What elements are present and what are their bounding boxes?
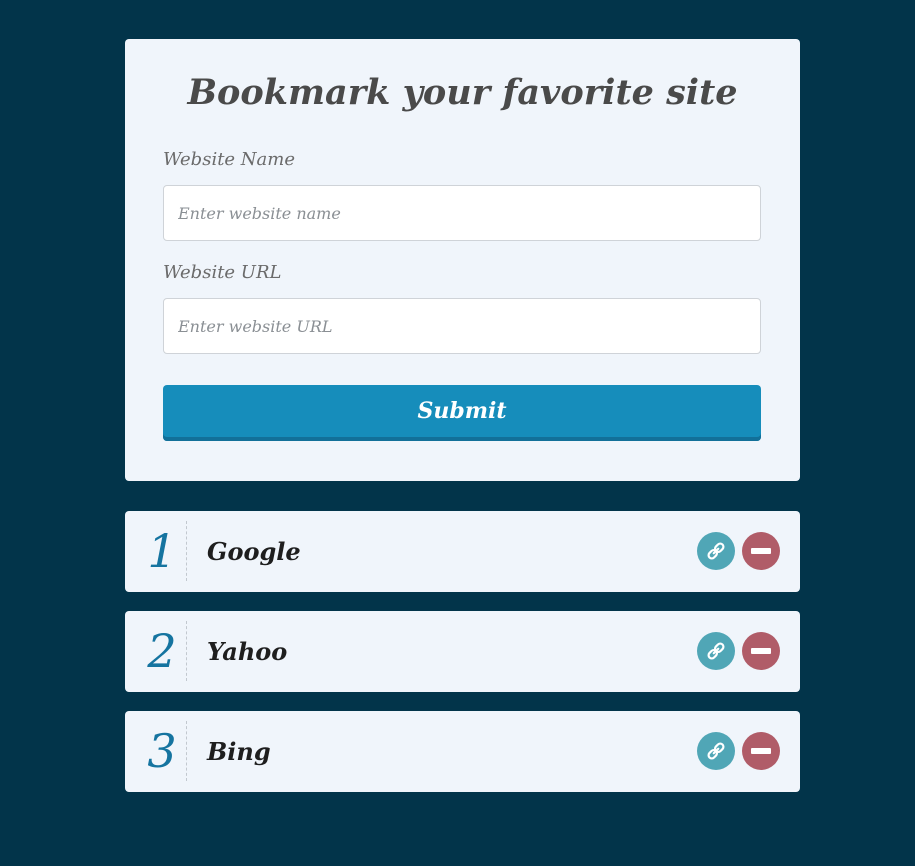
delete-button[interactable]	[742, 632, 780, 670]
minus-icon	[751, 648, 771, 654]
bookmark-item: 3 Bing	[125, 711, 800, 792]
bookmark-divider	[186, 621, 187, 681]
visit-button[interactable]	[697, 532, 735, 570]
website-url-label: Website URL	[163, 262, 282, 283]
bookmark-name: Bing	[207, 737, 271, 766]
bookmark-item: 2 Yahoo	[125, 611, 800, 692]
visit-button[interactable]	[697, 632, 735, 670]
bookmark-divider	[186, 721, 187, 781]
link-icon	[707, 542, 725, 560]
website-name-label: Website Name	[163, 149, 296, 170]
minus-icon	[751, 548, 771, 554]
link-icon	[707, 742, 725, 760]
bookmark-name: Yahoo	[207, 637, 288, 666]
website-name-input[interactable]	[163, 185, 761, 241]
bookmark-item: 1 Google	[125, 511, 800, 592]
bookmark-index: 1	[147, 524, 177, 578]
link-icon	[707, 642, 725, 660]
bookmark-index: 2	[147, 624, 177, 678]
visit-button[interactable]	[697, 732, 735, 770]
form-title: Bookmark your favorite site	[187, 72, 738, 113]
bookmark-index: 3	[147, 724, 177, 778]
submit-button[interactable]: Submit	[163, 385, 761, 441]
delete-button[interactable]	[742, 732, 780, 770]
bookmark-form-card: Bookmark your favorite site Website Name…	[125, 39, 800, 481]
delete-button[interactable]	[742, 532, 780, 570]
minus-icon	[751, 748, 771, 754]
bookmark-name: Google	[207, 537, 301, 566]
website-url-input[interactable]	[163, 298, 761, 354]
bookmark-divider	[186, 521, 187, 581]
